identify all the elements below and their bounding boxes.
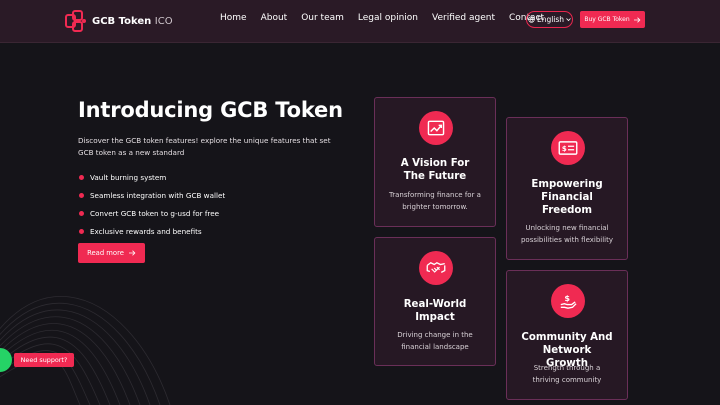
bullet-dot-icon — [79, 210, 84, 216]
list-item: Convert GCB token to g-usd for free — [78, 204, 225, 222]
trend-up-icon — [427, 120, 445, 136]
feature-card-financial-freedom: $ Empowering Financial Freedom Unlocking… — [506, 117, 628, 260]
feature-card-community: $ Community And Network Growth Strength … — [506, 270, 628, 400]
card-text: Strength through a thriving community — [532, 364, 602, 384]
card-text: Transforming finance for a brighter tomo… — [389, 191, 481, 211]
language-selector[interactable]: English — [526, 11, 573, 28]
read-more-label: Read more — [87, 249, 124, 257]
nav-verified-agent[interactable]: Verified agent — [432, 13, 495, 23]
logo[interactable]: GCB Token ICO — [64, 8, 173, 34]
hero-title: Introducing GCB Token — [78, 98, 343, 122]
main-nav: Home About Our team Legal opinion Verifi… — [220, 13, 558, 23]
buy-token-label: Buy GCB Token — [584, 16, 630, 23]
read-more-button[interactable]: Read more — [78, 243, 145, 263]
svg-text:$: $ — [562, 145, 567, 153]
card-text: Unlocking new financial possibilities wi… — [520, 224, 614, 244]
card-icon-circle — [419, 111, 453, 145]
arrow-right-icon — [633, 16, 641, 23]
bullet-dot-icon — [79, 228, 84, 234]
nav-legal-opinion[interactable]: Legal opinion — [358, 13, 418, 23]
card-title: Empowering Financial Freedom — [531, 179, 603, 216]
buy-token-button[interactable]: Buy GCB Token — [580, 11, 645, 28]
nav-home[interactable]: Home — [220, 13, 247, 23]
bullet-dot-icon — [79, 174, 84, 180]
site-header: GCB Token ICO Home About Our team Legal … — [0, 0, 720, 43]
list-item: Exclusive rewards and benefits — [78, 222, 225, 240]
feature-card-real-world-impact: Real-World Impact Driving change in the … — [374, 237, 496, 366]
svg-text:$: $ — [564, 293, 570, 303]
logo-text: GCB Token ICO — [92, 15, 173, 27]
nav-our-team[interactable]: Our team — [301, 13, 344, 23]
list-item: Vault burning system — [78, 168, 225, 186]
card-title: Real-World Impact — [403, 299, 467, 323]
dollar-hand-icon: $ — [560, 293, 577, 309]
card-icon-circle — [419, 251, 453, 285]
nav-about[interactable]: About — [261, 13, 288, 23]
hero-description: Discover the GCB token features! explore… — [78, 136, 331, 157]
chevron-down-icon — [566, 18, 571, 22]
need-support-label[interactable]: Need support? — [14, 353, 74, 367]
gcb-logo-icon — [65, 10, 86, 32]
feature-card-vision: A Vision For The Future Transforming fin… — [374, 97, 496, 227]
bullet-dot-icon — [79, 192, 84, 198]
money-card-icon: $ — [558, 141, 578, 155]
feature-list: Vault burning system Seamless integratio… — [78, 168, 225, 240]
card-icon-circle: $ — [551, 131, 585, 165]
card-icon-circle: $ — [551, 284, 585, 318]
list-item: Seamless integration with GCB wallet — [78, 186, 225, 204]
language-label: English — [536, 15, 565, 24]
handshake-icon — [426, 261, 446, 273]
globe-icon — [528, 16, 535, 23]
card-title: A Vision For The Future — [400, 158, 470, 182]
card-text: Driving change in the financial landscap… — [397, 331, 473, 351]
arrow-right-icon — [128, 250, 136, 256]
